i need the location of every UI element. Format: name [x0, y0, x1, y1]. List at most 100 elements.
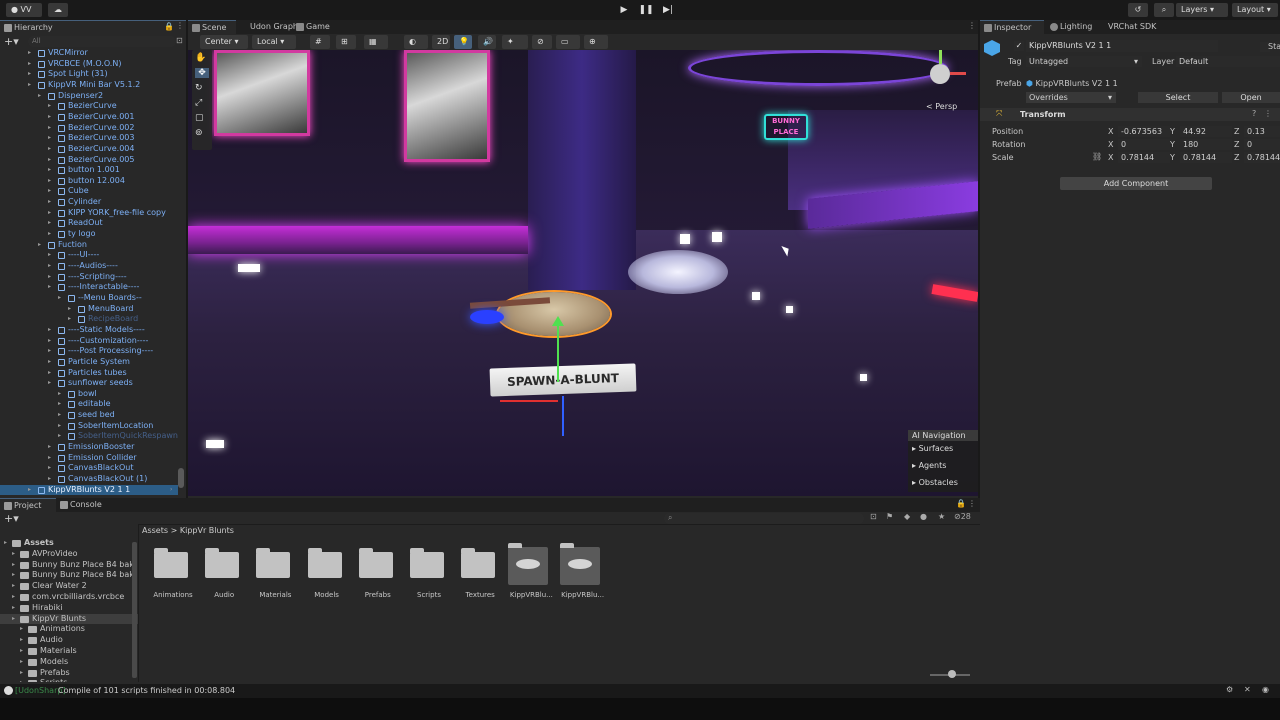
lock-icon[interactable]: 🔒: [164, 22, 174, 31]
expand-arrow-icon[interactable]: ▸: [48, 463, 56, 474]
progress-icon[interactable]: ◉: [1262, 685, 1269, 694]
hierarchy-item[interactable]: ▸ SoberItemQuickRespawn: [0, 431, 178, 442]
expand-arrow-icon[interactable]: ▸: [58, 399, 66, 410]
expand-arrow-icon[interactable]: ▸: [12, 581, 15, 592]
expand-arrow-icon[interactable]: ▸: [48, 357, 56, 368]
asset-folder[interactable]: Scripts: [404, 547, 454, 602]
menu-icon[interactable]: ⋮: [176, 21, 184, 30]
gizmo-y-axis[interactable]: [557, 322, 559, 382]
expand-arrow-icon[interactable]: ▸: [68, 314, 76, 325]
hierarchy-item[interactable]: ▸ BezierCurve.001: [0, 112, 178, 123]
expand-arrow-icon[interactable]: ▸: [12, 549, 15, 560]
ai-nav-agents[interactable]: ▸ Agents: [912, 461, 946, 470]
filter-label-icon[interactable]: ⚑: [886, 512, 893, 521]
menu-icon[interactable]: ⋮: [968, 21, 976, 30]
move-tool-icon[interactable]: ✥: [195, 68, 209, 78]
hierarchy-item[interactable]: ▸ VRCBCE (M.O.O.N): [0, 59, 178, 70]
expand-arrow-icon[interactable]: ▸: [48, 155, 56, 166]
hierarchy-item[interactable]: ▸ --Menu Boards--: [0, 293, 178, 304]
hierarchy-item[interactable]: ▸ EmissionBooster: [0, 442, 178, 453]
hierarchy-item[interactable]: ▸ KIPP YORK_free-file copy: [0, 208, 178, 219]
pivot-dropdown[interactable]: Center ▾: [200, 35, 248, 49]
hierarchy-item[interactable]: ▸ SoberItemLocation: [0, 421, 178, 432]
account-dropdown[interactable]: ● VV ▾: [6, 3, 42, 28]
folder-tree-item[interactable]: ▸ Bunny Bunz Place B4 bak: [0, 560, 138, 571]
hierarchy-item[interactable]: ▸ editable: [0, 399, 178, 410]
space-dropdown[interactable]: Local ▾: [252, 35, 296, 49]
hierarchy-item[interactable]: ▸ KippVRBlunts V2 1 1 ›: [0, 484, 178, 496]
expand-arrow-icon[interactable]: ▸: [48, 144, 56, 155]
expand-arrow-icon[interactable]: ▸: [48, 218, 56, 229]
expand-arrow-icon[interactable]: ▸: [48, 112, 56, 123]
lighting-toggle-icon[interactable]: 💡: [454, 35, 472, 49]
rotation-y-field[interactable]: 180: [1180, 139, 1232, 150]
gizmo-x-cone[interactable]: [950, 72, 966, 75]
rotation-x-field[interactable]: 0: [1118, 139, 1170, 150]
folder-tree-item[interactable]: ▸ Scripts: [0, 678, 138, 682]
tag-dropdown[interactable]: Untagged ▾: [1026, 56, 1142, 67]
scale-tool-icon[interactable]: ⤢: [195, 98, 202, 108]
scale-x-field[interactable]: 0.78144: [1118, 152, 1170, 163]
snap-icon[interactable]: ⊞: [336, 35, 356, 49]
folder-tree-item[interactable]: ▸ AVProVideo: [0, 549, 138, 560]
expand-arrow-icon[interactable]: ▸: [58, 410, 66, 421]
asset-folder[interactable]: Textures: [455, 547, 505, 602]
scene-viewport[interactable]: BUNNY PLACE SPAWN-A-BLUNT < Persp ✋ ✥ ↻ …: [188, 50, 978, 496]
expand-arrow-icon[interactable]: ▸: [48, 101, 56, 112]
tag-icon[interactable]: ◆: [904, 512, 910, 521]
breadcrumb-root[interactable]: Assets: [142, 526, 168, 535]
rotate-tool-icon[interactable]: ↻: [195, 83, 203, 93]
expand-arrow-icon[interactable]: ▸: [48, 186, 56, 197]
hierarchy-item[interactable]: ▸ ----UI----: [0, 250, 178, 261]
position-x-field[interactable]: -0.673563: [1118, 126, 1170, 137]
scale-y-field[interactable]: 0.78144: [1180, 152, 1232, 163]
folder-tree-item[interactable]: ▸ Materials: [0, 646, 138, 657]
camera-icon[interactable]: ▭: [556, 35, 580, 49]
folder-tree-item[interactable]: ▸ Prefabs: [0, 668, 138, 679]
folder-tree-item[interactable]: ▸ Audio: [0, 635, 138, 646]
hierarchy-item[interactable]: ▸ BezierCurve: [0, 101, 178, 112]
hierarchy-item[interactable]: ▸ Cylinder: [0, 197, 178, 208]
debug-icon[interactable]: ✕: [1244, 685, 1251, 694]
play-icon[interactable]: ▶: [614, 3, 634, 17]
expand-arrow-icon[interactable]: ▸: [48, 368, 56, 379]
hierarchy-item[interactable]: ▸ ty logo: [0, 229, 178, 240]
hierarchy-item[interactable]: ▸ ----Interactable----: [0, 282, 178, 293]
hierarchy-item[interactable]: ▸ button 1.001: [0, 165, 178, 176]
hierarchy-item[interactable]: ▸ ----Post Processing----: [0, 346, 178, 357]
expand-arrow-icon[interactable]: ▸: [12, 592, 15, 603]
hierarchy-item[interactable]: ▸ Fuction: [0, 240, 178, 251]
expand-arrow-icon[interactable]: ▸: [48, 282, 56, 293]
hand-tool-icon[interactable]: ✋: [195, 53, 206, 63]
expand-arrow-icon[interactable]: ▸: [38, 91, 46, 102]
asset-folder[interactable]: Prefabs: [353, 547, 403, 602]
folder-tree-item[interactable]: ▸ Hirabiki: [0, 603, 138, 614]
asset-folder[interactable]: Models: [302, 547, 352, 602]
pause-icon[interactable]: ❚❚: [636, 3, 656, 17]
asset-folder[interactable]: Materials: [250, 547, 300, 602]
audio-toggle-icon[interactable]: 🔊: [478, 35, 496, 49]
hierarchy-item[interactable]: ▸ sunflower seeds: [0, 378, 178, 389]
info-icon[interactable]: ●: [920, 512, 927, 521]
asset-folder[interactable]: Animations: [148, 547, 198, 602]
orientation-gizmo[interactable]: [930, 64, 950, 84]
hierarchy-item[interactable]: ▸ Particle System: [0, 357, 178, 368]
position-z-field[interactable]: 0.13: [1244, 126, 1280, 137]
gizmo-y-cone[interactable]: [939, 50, 942, 64]
ai-nav-obstacles[interactable]: ▸ Obstacles: [912, 478, 958, 487]
breadcrumb-current[interactable]: KippVr Blunts: [180, 526, 234, 535]
expand-arrow-icon[interactable]: ▸: [48, 165, 56, 176]
hierarchy-item[interactable]: ▸ RecipeBoard: [0, 314, 178, 325]
hierarchy-item[interactable]: ▸ Cube: [0, 186, 178, 197]
expand-arrow-icon[interactable]: ▸: [58, 389, 66, 400]
expand-arrow-icon[interactable]: ▸: [28, 59, 36, 70]
add-component-button[interactable]: Add Component: [1060, 177, 1212, 190]
mode-2d-button[interactable]: 2D: [432, 35, 450, 49]
hierarchy-search[interactable]: All: [28, 36, 176, 47]
expand-arrow-icon[interactable]: ▸: [48, 378, 56, 389]
create-icon[interactable]: +▾: [4, 512, 19, 525]
history-icon[interactable]: ↺: [1128, 3, 1148, 17]
select-button[interactable]: Select: [1138, 92, 1218, 103]
expand-arrow-icon[interactable]: ▸: [48, 250, 56, 261]
gizmo-x-axis[interactable]: [500, 400, 558, 402]
